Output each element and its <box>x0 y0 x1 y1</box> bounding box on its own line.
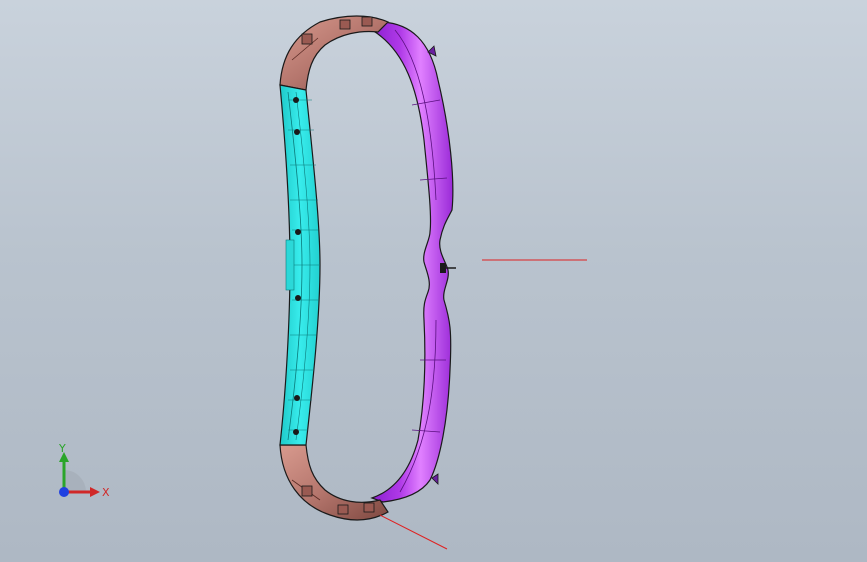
coordinate-triad: Y X <box>48 440 118 510</box>
triad-y-label: Y <box>59 442 66 455</box>
right-purple-band[interactable] <box>370 21 456 503</box>
annotation-leader-bottom <box>379 514 448 550</box>
graphics-viewport[interactable]: Y X <box>0 0 867 562</box>
bottom-corner-bracket[interactable] <box>279 444 389 521</box>
triad-x-label: X <box>102 486 110 499</box>
cad-model[interactable] <box>0 0 867 562</box>
top-corner-bracket[interactable] <box>279 15 390 91</box>
left-cyan-panel[interactable] <box>279 84 321 446</box>
